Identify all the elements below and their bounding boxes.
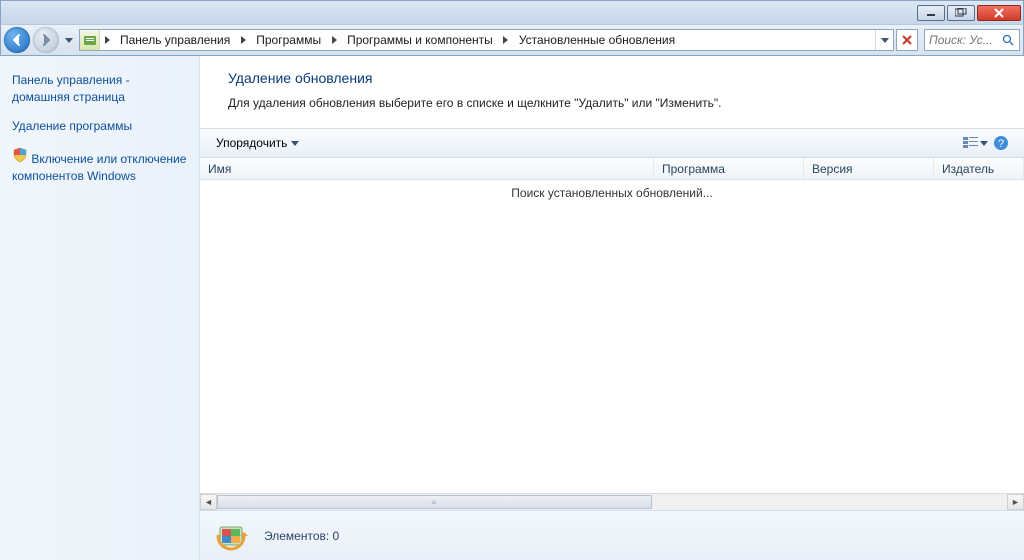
back-button[interactable]	[4, 27, 30, 53]
column-header-program[interactable]: Программа	[654, 158, 804, 179]
column-header-version[interactable]: Версия	[804, 158, 934, 179]
minimize-button[interactable]	[917, 5, 945, 21]
maximize-button[interactable]	[947, 5, 975, 21]
status-bar: Элементов: 0	[200, 510, 1024, 560]
chevron-down-icon	[881, 38, 889, 43]
chevron-down-icon	[980, 141, 988, 146]
scroll-left-button[interactable]: ◄	[200, 494, 217, 510]
chevron-right-icon[interactable]	[100, 30, 114, 50]
chevron-down-icon	[65, 38, 73, 43]
horizontal-scrollbar[interactable]: ◄ ≡ ►	[200, 493, 1024, 510]
address-bar[interactable]: Панель управления Программы Программы и …	[79, 29, 894, 51]
svg-text:?: ?	[998, 138, 1004, 150]
list-body: Поиск установленных обновлений...	[200, 180, 1024, 493]
chevron-right-icon[interactable]	[236, 30, 250, 50]
column-header-publisher[interactable]: Издатель	[934, 158, 1024, 179]
content-area: Удаление обновления Для удаления обновле…	[200, 56, 1024, 560]
breadcrumb-seg-1[interactable]: Программы	[250, 30, 327, 50]
status-count: Элементов: 0	[264, 529, 339, 543]
shield-icon	[12, 152, 31, 166]
stop-refresh-button[interactable]	[896, 29, 918, 51]
sidebar-link-label: Панель управления -	[12, 73, 130, 87]
chevron-right-icon[interactable]	[327, 30, 341, 50]
breadcrumb-seg-2[interactable]: Программы и компоненты	[341, 30, 499, 50]
scroll-right-button[interactable]: ►	[1007, 494, 1024, 510]
organize-menu[interactable]: Упорядочить	[210, 134, 305, 152]
page-title: Удаление обновления	[228, 70, 1004, 86]
scroll-track[interactable]: ≡	[217, 494, 1007, 510]
nav-history-dropdown[interactable]	[62, 30, 76, 50]
sidebar-link-windows-features[interactable]: Включение или отключение компонентов Win…	[12, 147, 187, 185]
location-icon	[80, 30, 100, 50]
address-dropdown[interactable]	[875, 30, 893, 50]
search-box[interactable]	[924, 29, 1020, 51]
scroll-thumb[interactable]: ≡	[217, 495, 652, 509]
window-body: Панель управления - домашняя страница Уд…	[0, 56, 1024, 560]
sidebar-link-uninstall[interactable]: Удаление программы	[12, 118, 187, 135]
chevron-right-icon[interactable]	[499, 30, 513, 50]
column-header-name[interactable]: Имя	[200, 158, 654, 179]
chevron-down-icon	[291, 141, 299, 146]
navigation-row: Панель управления Программы Программы и …	[0, 24, 1024, 56]
view-options-button[interactable]	[962, 132, 988, 154]
close-button[interactable]	[977, 5, 1021, 21]
breadcrumb-seg-3[interactable]: Установленные обновления	[513, 30, 681, 50]
sidebar: Панель управления - домашняя страница Уд…	[0, 56, 200, 560]
updates-icon	[214, 519, 248, 553]
content-toolbar: Упорядочить ?	[200, 128, 1024, 158]
organize-label: Упорядочить	[216, 136, 287, 150]
window-titlebar	[0, 0, 1024, 24]
page-description: Для удаления обновления выберите его в с…	[228, 96, 1004, 110]
forward-button[interactable]	[33, 27, 59, 53]
list-header: Имя Программа Версия Издатель	[200, 158, 1024, 180]
breadcrumb-seg-0[interactable]: Панель управления	[114, 30, 236, 50]
sidebar-link-label: Включение или отключение компонентов Win…	[12, 152, 186, 183]
search-icon	[1001, 34, 1015, 46]
sidebar-link-label: домашняя страница	[12, 90, 125, 104]
search-input[interactable]	[929, 33, 1001, 47]
help-button[interactable]: ?	[988, 132, 1014, 154]
searching-message: Поиск установленных обновлений...	[200, 180, 1024, 200]
sidebar-link-home[interactable]: Панель управления - домашняя страница	[12, 72, 187, 106]
